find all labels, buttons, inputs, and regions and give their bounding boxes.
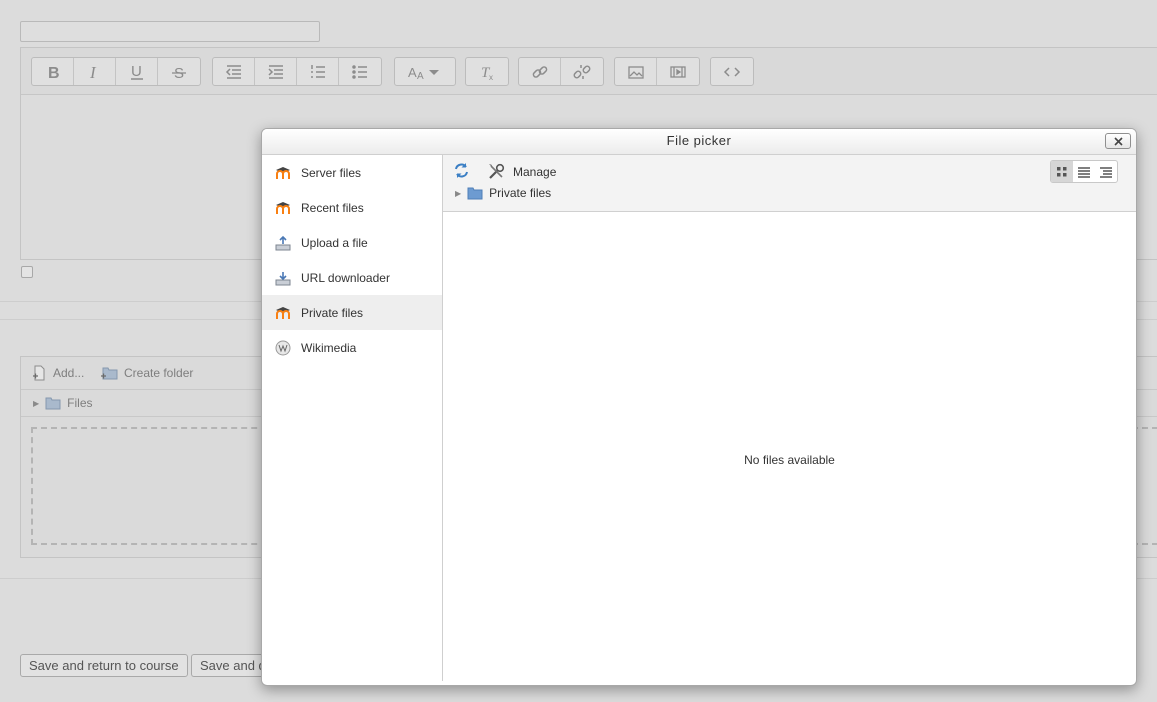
clear-group: Tx [465,57,509,86]
repository-sidebar: Server files Recent files Upload a file … [262,155,443,681]
moodle-icon [274,199,292,217]
file-picker-dialog: File picker Server files Recent files Up… [261,128,1137,686]
breadcrumb[interactable]: ▶ Private files [455,186,551,200]
list-group [212,57,382,86]
image-button[interactable] [615,58,657,85]
add-file-label: Add... [53,366,85,380]
view-icons-button[interactable] [1051,161,1073,182]
manage-label: Manage [513,164,557,179]
italic-button[interactable]: I [74,58,116,85]
bold-button[interactable]: B [32,58,74,85]
file-browser-toolbar: Manage ▶ Private files [443,155,1136,212]
ordered-list-button[interactable] [297,58,339,85]
name-input[interactable] [20,21,320,42]
media-button[interactable] [657,58,699,85]
view-tree-button[interactable] [1095,161,1117,182]
sidebar-item-label: URL downloader [301,270,390,285]
manage-button[interactable]: Manage [488,163,556,180]
close-icon [1113,136,1123,146]
view-list-button[interactable] [1073,161,1095,182]
svg-text:B: B [48,65,60,81]
sidebar-item-recent-files[interactable]: Recent files [262,190,442,225]
link-button[interactable] [519,58,561,85]
outdent-button[interactable] [213,58,255,85]
unlink-button[interactable] [561,58,603,85]
svg-text:A: A [417,71,424,81]
sidebar-item-label: Upload a file [301,235,368,250]
sidebar-item-url-downloader[interactable]: URL downloader [262,260,442,295]
tools-icon [489,163,505,179]
sidebar-item-label: Wikimedia [301,340,357,355]
url-download-icon [274,269,292,287]
create-folder-icon [101,367,118,380]
style-group: AA [394,57,456,86]
tree-view-icon [1100,166,1112,178]
svg-text:x: x [489,73,493,81]
link-group [518,57,604,86]
html-group [710,57,754,86]
clear-formatting-button[interactable]: Tx [466,58,508,85]
save-return-button[interactable]: Save and return to course [20,654,188,677]
unordered-list-button[interactable] [339,58,381,85]
html-source-button[interactable] [711,58,753,85]
font-style-dropdown[interactable]: AA [395,58,455,85]
moodle-icon [274,164,292,182]
underline-button[interactable]: U [116,58,158,85]
save-display-button[interactable]: Save and d [191,654,272,677]
add-file-icon [33,365,45,381]
media-group [614,57,700,86]
wikimedia-icon [274,339,292,357]
moodle-icon [274,304,292,322]
format-group: B I U S [31,57,201,86]
add-file-button[interactable]: Add... [31,365,84,381]
list-view-icon [1078,166,1090,178]
expand-arrow-icon: ▶ [33,398,40,408]
sidebar-item-server-files[interactable]: Server files [262,155,442,190]
files-path-item[interactable]: ▶ Files [33,396,93,410]
create-folder-button[interactable]: Create folder [100,365,193,381]
strikethrough-button[interactable]: S [158,58,200,85]
svg-text:U: U [131,63,142,80]
dialog-header: File picker [262,129,1136,155]
grid-view-icon [1057,166,1067,176]
create-folder-label: Create folder [124,366,194,380]
svg-text:A: A [408,65,417,80]
dialog-title: File picker [666,133,732,148]
sidebar-item-wikimedia[interactable]: Wikimedia [262,330,442,365]
indent-button[interactable] [255,58,297,85]
sidebar-item-private-files[interactable]: Private files [262,295,442,330]
files-path-label: Files [67,396,93,410]
editor-toolbar: B I U S AA Tx [21,48,1157,95]
file-browser: Manage ▶ Private files No files availabl… [443,155,1136,685]
empty-message: No files available [744,453,835,467]
sidebar-item-label: Server files [301,165,362,180]
expand-arrow-icon: ▶ [455,188,462,198]
svg-text:I: I [89,63,97,81]
upload-icon [274,234,292,252]
folder-icon [467,187,483,199]
view-mode-group [1050,160,1118,183]
folder-icon [45,397,61,409]
sidebar-item-label: Recent files [301,200,364,215]
editor-checkbox[interactable] [21,266,33,278]
sidebar-item-upload-file[interactable]: Upload a file [262,225,442,260]
sidebar-item-label: Private files [301,305,364,320]
breadcrumb-label: Private files [489,186,552,200]
close-button[interactable] [1105,133,1131,149]
refresh-icon[interactable] [453,162,470,179]
